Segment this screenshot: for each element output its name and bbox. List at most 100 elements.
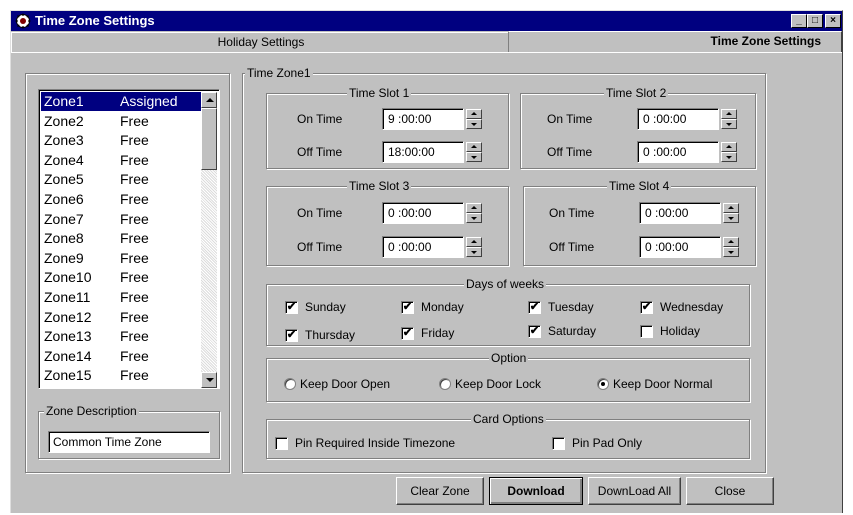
zone-name: Zone4	[44, 151, 84, 168]
zone-status: Free	[120, 132, 149, 149]
slot-4-off-spinner[interactable]	[723, 237, 739, 257]
day-saturday-checkbox[interactable]: ✔	[528, 325, 541, 338]
zone-status: Free	[120, 151, 149, 168]
zone-list-item[interactable]: Zone3 Free	[41, 131, 201, 150]
slot-1-off-time[interactable]: 18:00:00	[382, 141, 482, 163]
option-keep-door-open-radio[interactable]	[284, 378, 296, 390]
close-icon: ×	[830, 15, 836, 26]
slot-2-off-spinner[interactable]	[721, 142, 737, 162]
slot-1-on-time[interactable]: 9 :00:00	[382, 108, 482, 130]
download-all-label: DownLoad All	[597, 484, 672, 498]
slot-3-on-time[interactable]: 0 :00:00	[382, 202, 482, 224]
zone-status: Free	[120, 230, 149, 247]
slot-4-on-time[interactable]: 0 :00:00	[639, 202, 739, 224]
time-slot-4-title: Time Slot 4	[607, 179, 672, 193]
scroll-thumb[interactable]	[201, 108, 217, 170]
zone-list-item[interactable]: Zone4 Free	[41, 151, 201, 170]
slot-4-off-label: Off Time	[549, 240, 595, 254]
zone-status: Free	[120, 347, 149, 364]
day-wednesday-checkbox[interactable]: ✔	[640, 301, 653, 314]
day-holiday-checkbox[interactable]	[640, 325, 653, 338]
scroll-up-button[interactable]	[201, 92, 217, 108]
slot-1-off-spinner[interactable]	[466, 142, 482, 162]
zone-list-item[interactable]: Zone2 Free	[41, 112, 201, 131]
zone-list-item[interactable]: Zone11 Free	[41, 288, 201, 307]
zone-description-input[interactable]: Common Time Zone	[48, 431, 210, 453]
zone-list-item[interactable]: Zone14 Free	[41, 347, 201, 366]
window-title: Time Zone Settings	[35, 13, 155, 28]
zone-list-item[interactable]: Zone12 Free	[41, 308, 201, 327]
slot-3-off-time-input[interactable]: 0 :00:00	[382, 236, 464, 258]
title-bar[interactable]: Time Zone Settings _ □ ×	[11, 11, 842, 31]
option-keep-door-normal-radio[interactable]	[597, 378, 609, 390]
day-tuesday-checkbox[interactable]: ✔	[528, 301, 541, 314]
slot-4-on-time-input[interactable]: 0 :00:00	[639, 202, 721, 224]
zone-list-item[interactable]: Zone1 Assigned	[41, 92, 201, 111]
slot-1-on-time-input[interactable]: 9 :00:00	[382, 108, 464, 130]
slot-1-on-label: On Time	[297, 112, 343, 126]
close-window-button[interactable]: ×	[825, 14, 841, 28]
zone-list[interactable]: Zone1 Assigned Zone2 Free Zone3 Free Zone4 Free…	[38, 89, 220, 389]
clear-zone-label: Clear Zone	[410, 484, 470, 498]
tab-time-zone-settings[interactable]: Time Zone Settings	[508, 31, 842, 53]
zone-list-item[interactable]: Zone9 Free	[41, 249, 201, 268]
slot-2-on-label: On Time	[547, 112, 593, 126]
slot-1-off-time-input[interactable]: 18:00:00	[382, 141, 464, 163]
slot-3-on-spinner[interactable]	[466, 203, 482, 223]
zone-list-item[interactable]: Zone15 Free	[41, 366, 201, 385]
zone-list-item[interactable]: Zone13 Free	[41, 327, 201, 346]
option-keep-door-lock-radio[interactable]	[439, 378, 451, 390]
slot-4-off-time[interactable]: 0 :00:00	[639, 236, 739, 258]
zone-status: Free	[120, 367, 149, 384]
zone-name: Zone9	[44, 249, 84, 266]
slot-1-on-spinner[interactable]	[466, 109, 482, 129]
maximize-button[interactable]: □	[807, 14, 823, 28]
zone-status: Free	[120, 328, 149, 345]
card-option-2-label: Pin Pad Only	[572, 436, 643, 450]
zone-list-item[interactable]: Zone7 Free	[41, 210, 201, 229]
day-sunday-label: Sunday	[305, 300, 346, 314]
zone-name: Zone15	[44, 367, 92, 384]
card-option-1-label: Pin Required Inside Timezone	[295, 436, 456, 450]
minimize-button[interactable]: _	[791, 14, 807, 28]
day-holiday-label: Holiday	[660, 324, 701, 338]
day-sunday-checkbox[interactable]: ✔	[285, 301, 298, 314]
day-thursday-checkbox[interactable]: ✔	[285, 329, 298, 342]
download-button[interactable]: Download	[489, 477, 583, 505]
tab-holiday-settings[interactable]: Holiday Settings	[11, 32, 511, 52]
clear-zone-button[interactable]: Clear Zone	[396, 477, 484, 505]
slot-4-off-time-input[interactable]: 0 :00:00	[639, 236, 721, 258]
scroll-up-icon	[206, 98, 214, 102]
slot-2-off-time-input[interactable]: 0 :00:00	[637, 141, 719, 163]
day-monday-checkbox[interactable]: ✔	[401, 301, 414, 314]
day-wednesday-label: Wednesday	[660, 300, 724, 314]
zone-list-item[interactable]: Zone10 Free	[41, 268, 201, 287]
slot-2-on-time[interactable]: 0 :00:00	[637, 108, 737, 130]
slot-2-off-time[interactable]: 0 :00:00	[637, 141, 737, 163]
slot-3-on-label: On Time	[297, 206, 343, 220]
slot-3-off-time[interactable]: 0 :00:00	[382, 236, 482, 258]
close-button[interactable]: Close	[686, 477, 774, 505]
zone-list-scrollbar[interactable]	[201, 92, 217, 388]
day-thursday-label: Thursday	[305, 328, 356, 342]
download-label: Download	[507, 484, 565, 498]
zone-name: Zone5	[44, 171, 84, 188]
slot-4-on-label: On Time	[549, 206, 595, 220]
slot-4-on-spinner[interactable]	[723, 203, 739, 223]
zone-name: Zone3	[44, 132, 84, 149]
slot-3-on-time-input[interactable]: 0 :00:00	[382, 202, 464, 224]
day-friday-checkbox[interactable]: ✔	[401, 327, 414, 340]
zone-list-item[interactable]: Zone6 Free	[41, 190, 201, 209]
zone-status: Free	[120, 269, 149, 286]
card-option-1-checkbox[interactable]	[275, 437, 288, 450]
zone-status: Free	[120, 289, 149, 305]
slot-2-on-time-input[interactable]: 0 :00:00	[637, 108, 719, 130]
scroll-down-button[interactable]	[201, 372, 217, 388]
card-option-2-checkbox[interactable]	[552, 437, 565, 450]
download-all-button[interactable]: DownLoad All	[588, 477, 681, 505]
day-tuesday-label: Tuesday	[548, 300, 594, 314]
zone-list-item[interactable]: Zone8 Free	[41, 229, 201, 248]
slot-2-on-spinner[interactable]	[721, 109, 737, 129]
zone-list-item[interactable]: Zone5 Free	[41, 170, 201, 189]
slot-3-off-spinner[interactable]	[466, 237, 482, 257]
